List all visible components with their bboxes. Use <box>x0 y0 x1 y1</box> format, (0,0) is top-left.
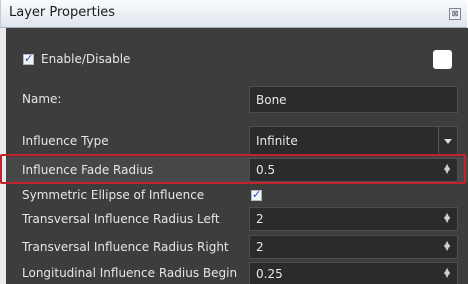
enable-disable-label: Enable/Disable <box>41 52 131 66</box>
transversal-left-value: 2 <box>256 212 264 226</box>
symmetric-ellipse-checkbox[interactable]: ✓ <box>251 188 262 201</box>
name-label: Name: <box>22 92 62 106</box>
checkmark-icon: ✓ <box>252 188 262 201</box>
transversal-right-label: Transversal Influence Radius Right <box>22 240 229 254</box>
close-icon: ⊠ <box>451 9 459 18</box>
influence-type-dropdown-button[interactable] <box>438 127 457 156</box>
longitudinal-begin-label: Longitudinal Influence Radius Begin <box>22 266 238 280</box>
title-bar: Layer Properties ⊠ <box>0 0 467 28</box>
transversal-right-value: 2 <box>256 240 264 254</box>
layer-properties-window: Layer Properties ⊠ ✓ Enable/Disable Name… <box>0 0 468 284</box>
transversal-right-input[interactable]: 2 ▲ ▼ <box>249 235 458 259</box>
transversal-left-input[interactable]: 2 ▲ ▼ <box>249 207 458 231</box>
influence-type-select[interactable]: Infinite <box>249 126 458 156</box>
close-button[interactable]: ⊠ <box>449 8 461 20</box>
longitudinal-begin-input[interactable]: 0.25 ▲ ▼ <box>249 262 458 284</box>
transversal-left-label: Transversal Influence Radius Left <box>22 212 220 226</box>
symmetric-ellipse-label: Symmetric Ellipse of Influence <box>22 188 205 202</box>
chevron-down-icon <box>444 139 452 144</box>
influence-type-value: Infinite <box>256 134 298 148</box>
spinner-arrows-icon[interactable]: ▲ ▼ <box>444 212 450 224</box>
name-value: Bone <box>256 93 287 107</box>
window-title: Layer Properties <box>9 5 116 20</box>
enable-disable-checkbox[interactable]: ✓ <box>23 52 34 65</box>
influence-type-label: Influence Type <box>22 134 109 148</box>
color-toggle-square[interactable] <box>433 50 452 69</box>
name-input[interactable]: Bone <box>249 86 458 113</box>
longitudinal-begin-value: 0.25 <box>256 267 283 281</box>
checkmark-icon: ✓ <box>24 52 34 65</box>
spinner-arrows-icon[interactable]: ▲ ▼ <box>444 240 450 252</box>
highlight-box <box>0 154 466 184</box>
spinner-arrows-icon[interactable]: ▲ ▼ <box>444 267 450 279</box>
